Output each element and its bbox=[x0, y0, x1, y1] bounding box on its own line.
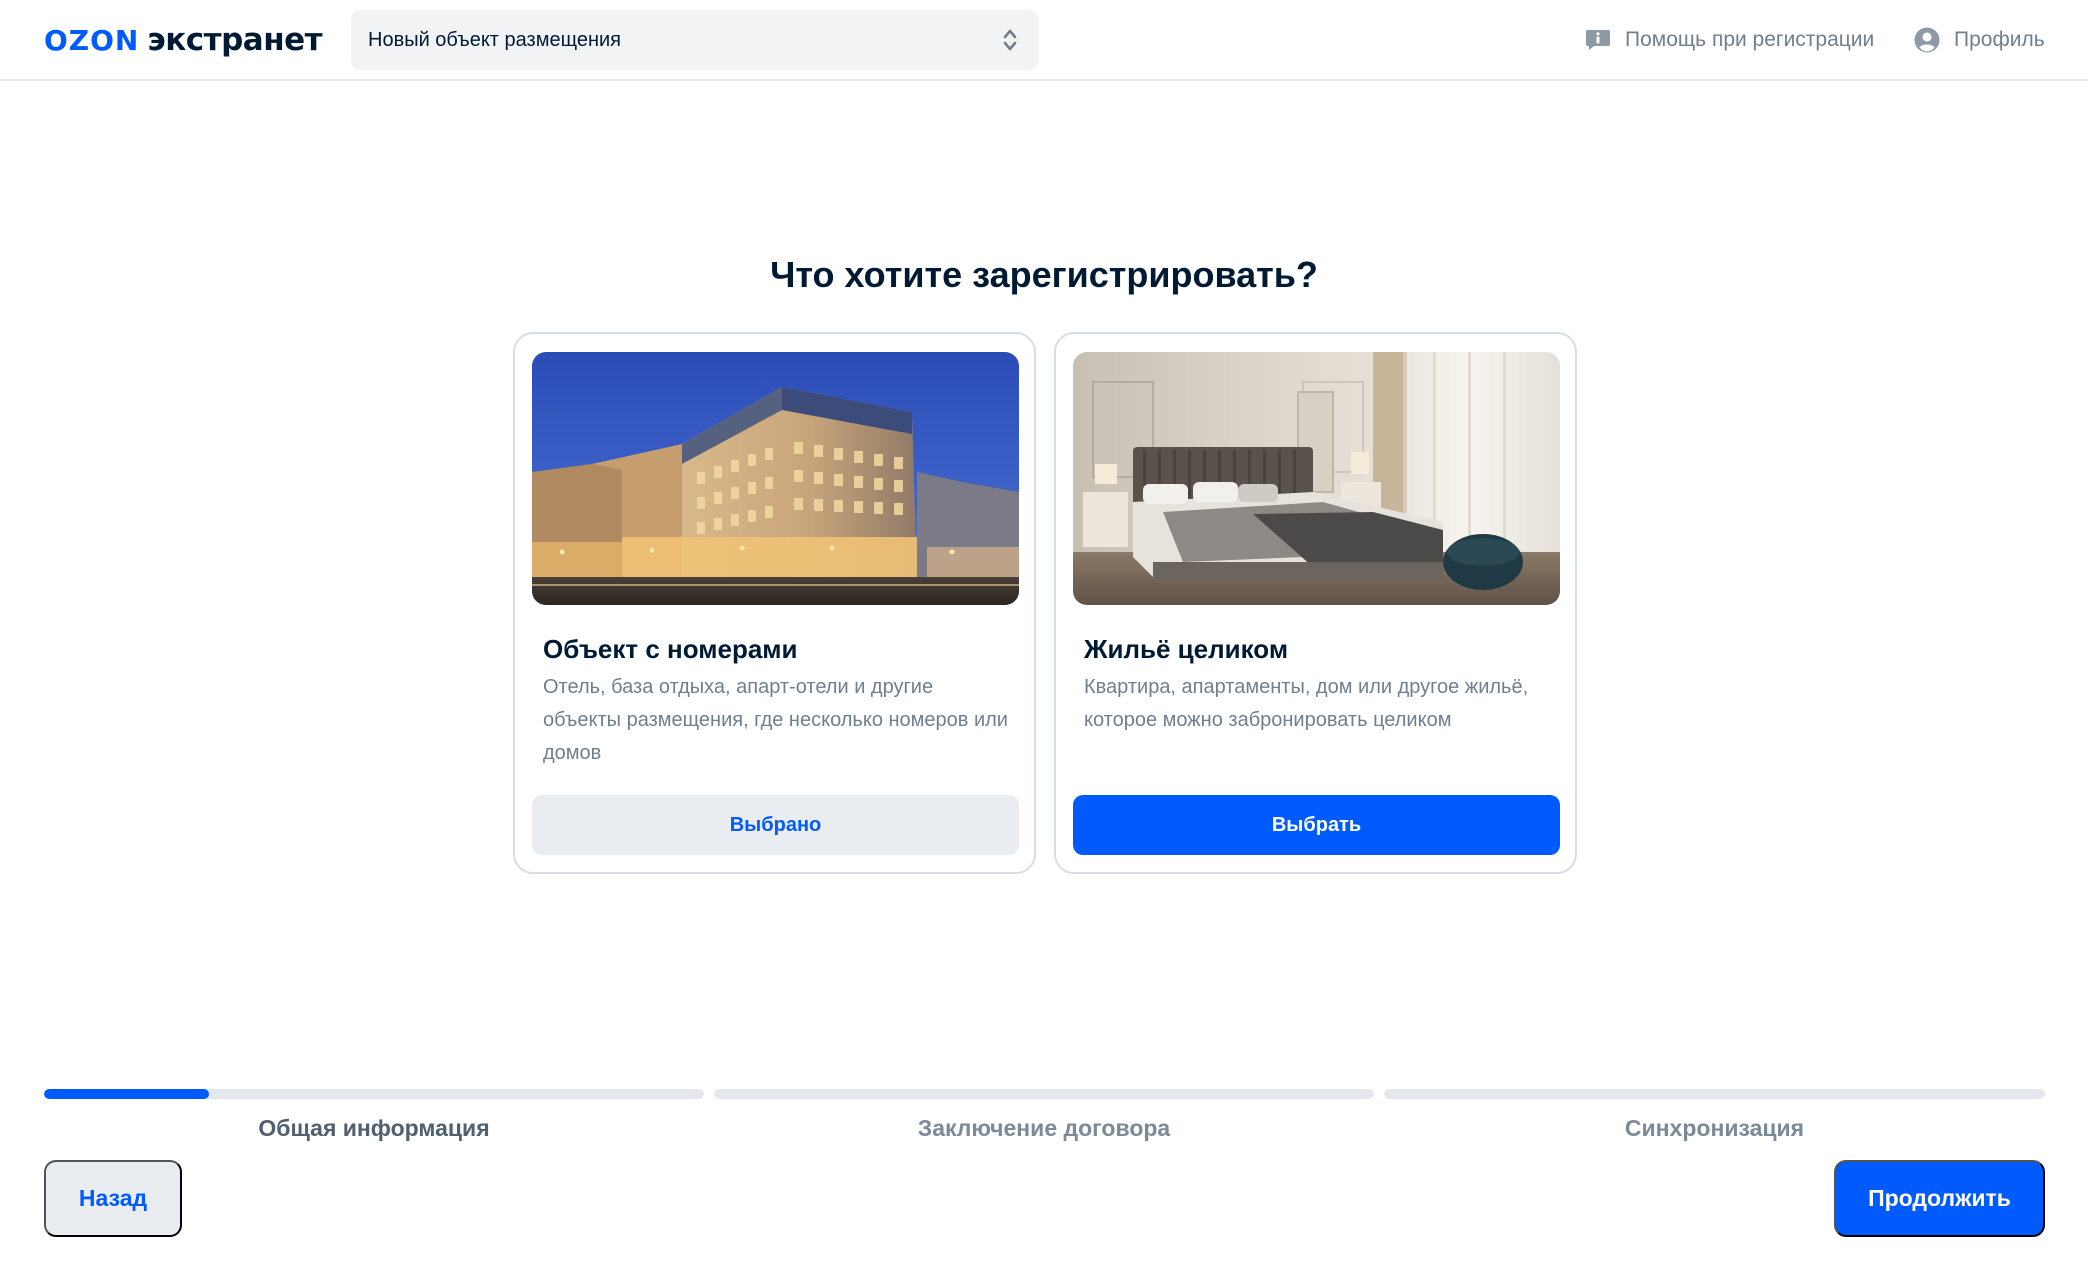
property-selector[interactable]: Новый объект размещения bbox=[351, 10, 1039, 70]
option-choose-button[interactable]: Выбрать bbox=[1073, 795, 1560, 855]
info-chat-icon bbox=[1586, 30, 1610, 50]
profile-link[interactable]: Профиль bbox=[1914, 22, 2045, 58]
progress-track bbox=[1384, 1089, 2045, 1099]
option-card-rooms[interactable]: Объект с номерами Отель, база отдыха, ап… bbox=[513, 332, 1036, 874]
profile-label: Профиль bbox=[1954, 28, 2045, 51]
step-label: Общая информация bbox=[258, 1115, 490, 1141]
top-header: OZON экстранет Новый объект размещения П… bbox=[0, 0, 2088, 81]
ozon-extranet-logo[interactable]: OZON экстранет bbox=[44, 20, 323, 60]
logo-product: экстранет bbox=[147, 22, 323, 58]
option-card-whole-home[interactable]: Жильё целиком Квартира, апартаменты, дом… bbox=[1054, 332, 1577, 874]
option-title: Объект с номерами bbox=[543, 634, 798, 664]
option-description: Отель, база отдыха, апарт-отели и другие… bbox=[543, 676, 1008, 764]
option-title: Жильё целиком bbox=[1084, 634, 1289, 664]
property-selector-value: Новый объект размещения bbox=[368, 28, 621, 51]
page-title: Что хотите зарегистрировать? bbox=[770, 254, 1318, 295]
back-button[interactable]: Назад bbox=[44, 1160, 182, 1237]
progress-step-contract: Заключение договора bbox=[714, 1089, 1374, 1142]
hotel-building-image bbox=[532, 352, 1019, 605]
help-label: Помощь при регистрации bbox=[1625, 28, 1875, 51]
bedroom-image bbox=[1073, 352, 1560, 605]
step-label: Синхронизация bbox=[1624, 1115, 1805, 1141]
step-label: Заключение договора bbox=[917, 1115, 1171, 1141]
option-description: Квартира, апартаменты, дом или другое жи… bbox=[1084, 676, 1529, 731]
logo-brand: OZON bbox=[44, 23, 140, 57]
progress-fill bbox=[44, 1089, 209, 1099]
registration-help-link[interactable]: Помощь при регистрации bbox=[1585, 22, 1874, 58]
user-avatar-icon bbox=[1914, 27, 1940, 53]
option-selected-button[interactable]: Выбрано bbox=[532, 795, 1019, 855]
progress-step-general-info: Общая информация bbox=[44, 1089, 704, 1142]
progress-track bbox=[44, 1089, 704, 1099]
progress-track bbox=[714, 1089, 1374, 1099]
progress-step-sync: Синхронизация bbox=[1384, 1089, 2045, 1142]
continue-button[interactable]: Продолжить bbox=[1834, 1160, 2045, 1237]
chevron-up-down-icon bbox=[1003, 29, 1017, 51]
